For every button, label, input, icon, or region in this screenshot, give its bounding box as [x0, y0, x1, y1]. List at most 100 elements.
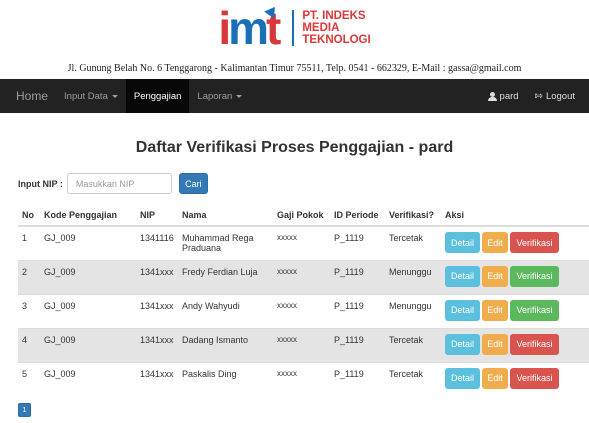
cell-gaji-pokok: xxxxx	[273, 361, 330, 396]
edit-button[interactable]: Edit	[482, 265, 508, 287]
cell-id-periode: P_1119	[330, 293, 385, 328]
cell-gaji-pokok: xxxxx	[273, 293, 330, 328]
caret-down-icon	[236, 94, 243, 98]
detail-button[interactable]: Detail	[445, 265, 480, 287]
col-header: No	[18, 204, 40, 227]
cell-nama: Andy Wahyudi	[178, 293, 273, 328]
cell-nip: 1341xxx	[136, 327, 178, 362]
table-header-row: No Kode Penggajian NIP Nama Gaji Pokok I…	[18, 204, 589, 227]
col-header: Aksi	[441, 204, 589, 227]
company-name-line2: MEDIA	[302, 21, 340, 34]
imt-logo-mark: imt	[218, 1, 281, 54]
col-header: Nama	[178, 204, 273, 227]
table-row: 2 GJ_009 1341xxx Fredy Ferdian Luja xxxxx P_1…	[18, 259, 589, 294]
table-row: 3 GJ_009 1341xxx Andy Wahyudi xxxxx P_1119 Men…	[18, 293, 589, 328]
detail-button[interactable]: Detail	[445, 299, 480, 321]
cell-no: 1	[18, 225, 40, 260]
verifikasi-button[interactable]: Verifikasi	[510, 299, 559, 321]
company-name-line1: PT. INDEKS	[302, 9, 366, 22]
nav-user[interactable]: pard	[480, 79, 527, 113]
cell-id-periode: P_1119	[330, 225, 385, 260]
cell-nama: Fredy Ferdian Luja	[178, 259, 273, 294]
edit-button[interactable]: Edit	[482, 299, 508, 321]
row-actions: Detail Edit Verifikasi	[445, 232, 585, 253]
pagination-page[interactable]: 1	[18, 403, 31, 417]
nav-logout-label: Logout	[545, 90, 575, 102]
col-header: Verifikasi?	[385, 204, 441, 227]
nip-label: Input NIP :	[18, 178, 63, 189]
cell-kode-penggajian: GJ_009	[40, 259, 136, 294]
caret-down-icon	[111, 94, 118, 98]
cell-aksi: Detail Edit Verifikasi	[441, 327, 589, 362]
row-actions: Detail Edit Verifikasi	[445, 299, 585, 321]
nav-home[interactable]: Home	[0, 79, 56, 113]
detail-button[interactable]: Detail	[445, 333, 480, 355]
nav-user-label: pard	[499, 90, 519, 102]
col-header: Kode Penggajian	[40, 204, 136, 227]
nav-input-data[interactable]: Input Data	[56, 79, 126, 113]
cell-id-periode: P_1119	[330, 361, 385, 396]
cell-nip: 1341116	[136, 225, 178, 260]
cell-kode-penggajian: GJ_009	[40, 293, 136, 328]
table-row: 5 GJ_009 1341xxx Paskalis Ding xxxxx P_1119 Te…	[18, 361, 589, 396]
nav-right: pard ⇰ Logout	[480, 79, 589, 113]
row-actions: Detail Edit Verifikasi	[445, 367, 585, 389]
logout-icon: ⇰	[534, 90, 543, 102]
cell-aksi: Detail Edit Verifikasi	[441, 225, 589, 260]
cell-no: 3	[18, 293, 40, 328]
company-name: PT. INDEKS MEDIA TEKNOLOGI	[302, 10, 370, 46]
edit-button[interactable]: Edit	[482, 232, 508, 253]
cell-no: 5	[18, 361, 40, 396]
col-header: ID Periode	[330, 204, 385, 227]
cell-nip: 1341xxx	[136, 361, 178, 396]
nav-input-data-label: Input Data	[64, 90, 108, 102]
col-header: NIP	[136, 204, 178, 227]
cell-kode-penggajian: GJ_009	[40, 361, 136, 396]
detail-button[interactable]: Detail	[445, 367, 480, 389]
cell-verifikasi-status: Tercetak	[385, 361, 441, 396]
verifikasi-button[interactable]: Verifikasi	[510, 333, 559, 355]
search-button[interactable]: Cari	[178, 173, 208, 194]
verifikasi-button[interactable]: Verifikasi	[510, 232, 559, 253]
nip-search-form: Input NIP : Cari	[18, 173, 208, 194]
edit-button[interactable]: Edit	[482, 367, 508, 389]
cell-kode-penggajian: GJ_009	[40, 327, 136, 362]
cell-id-periode: P_1119	[330, 259, 385, 294]
cell-nip: 1341xxx	[136, 259, 178, 294]
table-row: 1 GJ_009 1341116 Muhammad Rega Praduana xxxx…	[18, 225, 589, 260]
cell-nama: Muhammad Rega Praduana	[178, 225, 273, 260]
cell-verifikasi-status: Menunggu	[385, 259, 441, 294]
top-navbar: Home Input Data Penggajian Laporan pard …	[0, 79, 589, 113]
verifikasi-button[interactable]: Verifikasi	[510, 367, 559, 389]
row-actions: Detail Edit Verifikasi	[445, 333, 585, 355]
cell-verifikasi-status: Menunggu	[385, 293, 441, 328]
cell-gaji-pokok: xxxxx	[273, 259, 330, 294]
verifikasi-button[interactable]: Verifikasi	[510, 265, 559, 287]
nav-penggajian[interactable]: Penggajian	[125, 79, 190, 113]
salary-verification-table: No Kode Penggajian NIP Nama Gaji Pokok I…	[18, 204, 589, 396]
company-logo: imt PT. INDEKS MEDIA TEKNOLOGI	[218, 1, 371, 54]
nav-logout[interactable]: ⇰ Logout	[527, 79, 583, 113]
cell-nama: Dadang Ismanto	[178, 327, 273, 362]
nip-search-input[interactable]	[66, 173, 172, 194]
cell-verifikasi-status: Tercetak	[385, 225, 441, 260]
cell-nip: 1341xxx	[136, 293, 178, 328]
cell-aksi: Detail Edit Verifikasi	[441, 361, 589, 396]
page-title: Daftar Verifikasi Proses Penggajian - pa…	[135, 139, 454, 156]
detail-button[interactable]: Detail	[445, 232, 480, 253]
cell-aksi: Detail Edit Verifikasi	[441, 259, 589, 294]
row-actions: Detail Edit Verifikasi	[445, 265, 585, 287]
nav-laporan[interactable]: Laporan	[189, 79, 250, 113]
company-address: Jl. Gunung Belah No. 6 Tenggarong - Kali…	[67, 63, 522, 74]
site-header: imt PT. INDEKS MEDIA TEKNOLOGI	[0, 0, 589, 55]
cell-gaji-pokok: xxxxx	[273, 327, 330, 362]
edit-button[interactable]: Edit	[482, 333, 508, 355]
cell-gaji-pokok: xxxxx	[273, 225, 330, 260]
col-header: Gaji Pokok	[273, 204, 330, 227]
nav-laporan-label: Laporan	[197, 90, 233, 102]
table-row: 4 GJ_009 1341xxx Dadang Ismanto xxxxx P_1119 T…	[18, 327, 589, 362]
cell-no: 4	[18, 327, 40, 362]
company-name-line3: TEKNOLOGI	[302, 33, 371, 46]
cell-aksi: Detail Edit Verifikasi	[441, 293, 589, 328]
cell-verifikasi-status: Tercetak	[385, 327, 441, 362]
